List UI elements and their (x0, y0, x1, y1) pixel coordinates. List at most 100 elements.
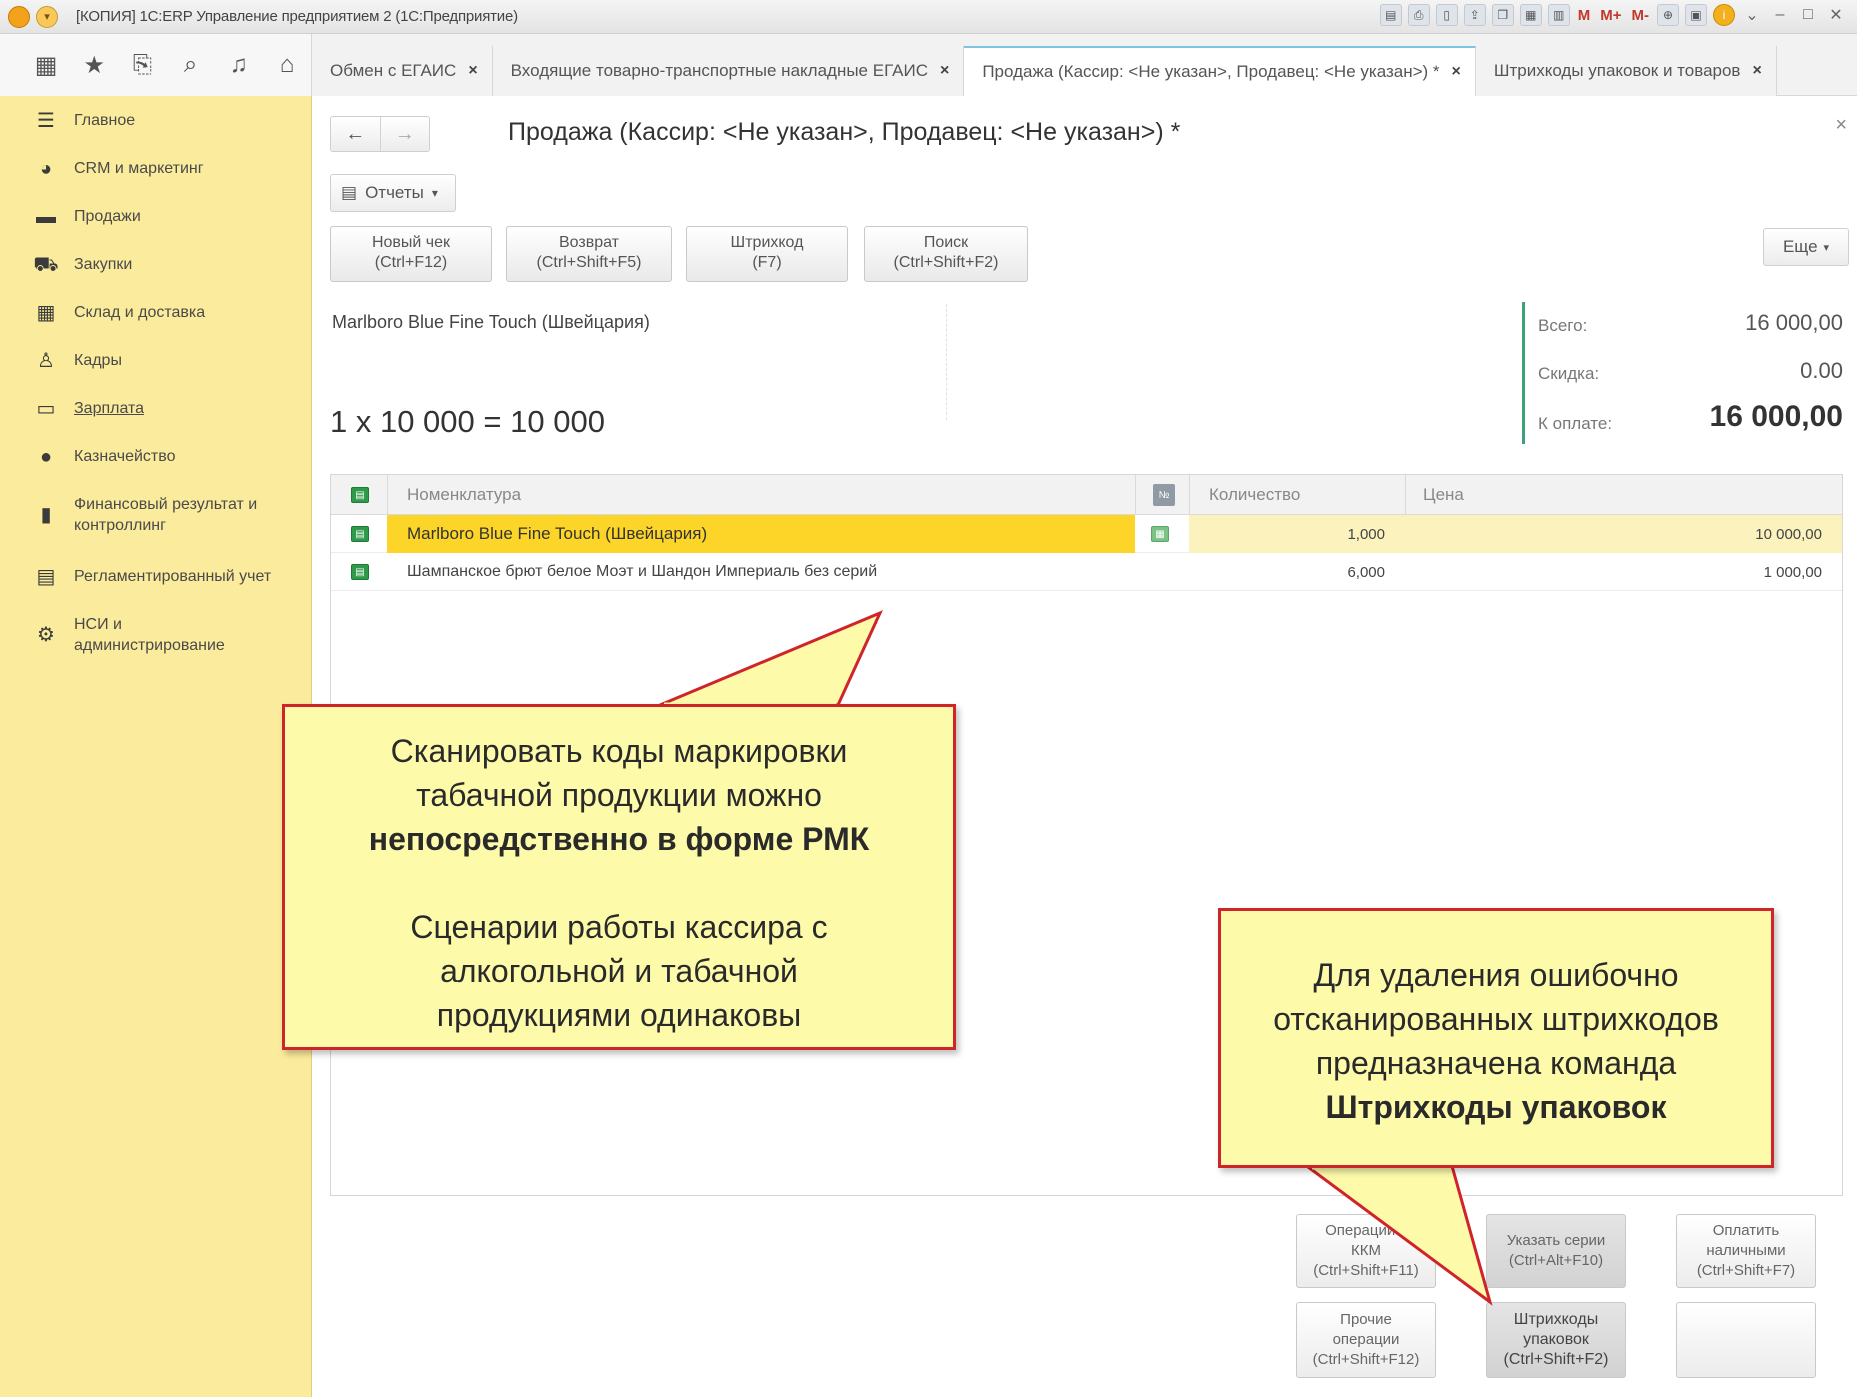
sidebar-item-treasury[interactable]: ● Казначейство (0, 446, 312, 468)
pay-cash-button[interactable]: Оплатить наличными (Ctrl+Shift+F7) (1676, 1214, 1816, 1288)
tab-incoming-ttn[interactable]: Входящие товарно-транспортные накладные … (492, 46, 965, 96)
callout-line: табачной продукции можно (416, 777, 822, 813)
coins-icon: ● (39, 446, 53, 468)
sidebar-item-label: Регламентированный учет (74, 568, 272, 585)
panels-icon[interactable]: ▣ (1685, 4, 1707, 26)
other-operations-button[interactable]: Прочие операции (Ctrl+Shift+F12) (1296, 1302, 1436, 1378)
more-button[interactable]: Еще ▾ (1763, 228, 1849, 266)
gear-icon: ⚙ (37, 624, 55, 646)
sidebar-item-crm[interactable]: ◕ CRM и маркетинг (0, 158, 312, 180)
barcode-button[interactable]: Штрихкод (F7) (686, 226, 848, 282)
callout-right: Для удаления ошибочно отсканированных шт… (1218, 908, 1774, 1168)
header-price[interactable]: Цена (1423, 475, 1464, 515)
callout-line-bold: непосредственно в форме РМК (368, 821, 870, 857)
close-tab-icon[interactable]: × (1752, 62, 1761, 80)
callout-line: алкогольной и табачной (440, 953, 798, 989)
sidebar-item-regulated[interactable]: ▤ Регламентированный учет (0, 566, 312, 588)
memory-plus-button[interactable]: M+ (1598, 4, 1623, 26)
memory-m-button[interactable]: M (1576, 4, 1593, 26)
close-tab-icon[interactable]: × (940, 62, 949, 80)
kkm-operations-button[interactable]: Операции с ККМ (Ctrl+Shift+F11) (1296, 1214, 1436, 1288)
sidebar-item-sales[interactable]: ▬ Продажи (0, 206, 312, 228)
tab-sale[interactable]: Продажа (Кассир: <Не указан>, Продавец: … (964, 46, 1476, 96)
current-product: Marlboro Blue Fine Touch (Швейцария) (332, 312, 650, 332)
tab-label: Обмен с ЕГАИС (330, 61, 457, 80)
search-button[interactable]: Поиск (Ctrl+Shift+F2) (864, 226, 1028, 282)
home-icon[interactable]: ⌂ (263, 51, 311, 79)
upload-icon[interactable]: ⇪ (1463, 4, 1486, 26)
minimize-icon[interactable]: – (1769, 4, 1791, 26)
save-icon[interactable]: ▤ (1379, 4, 1402, 26)
bar-chart-icon: ▮ (40, 504, 52, 526)
new-check-button[interactable]: Новый чек (Ctrl+F12) (330, 226, 492, 282)
button-shortcut: (Ctrl+Shift+F5) (536, 254, 642, 271)
title-bar: ▾ [КОПИЯ] 1C:ERP Управление предприятием… (0, 0, 1857, 34)
sidebar-item-purchases[interactable]: ⛟ Закупки (0, 254, 312, 276)
tab-label: Продажа (Кассир: <Не указан>, Продавец: … (982, 62, 1440, 81)
memory-minus-button[interactable]: M- (1630, 4, 1652, 26)
specify-series-button[interactable]: Указать серии (Ctrl+Alt+F10) (1486, 1214, 1626, 1288)
reports-label: Отчеты (365, 183, 424, 202)
info-icon[interactable]: i (1713, 4, 1735, 26)
column-separator (1135, 475, 1136, 515)
mark-icon: ▦ (1151, 526, 1169, 542)
calculator-icon[interactable]: ▦ (1519, 4, 1542, 26)
bell-icon[interactable]: ♫ (215, 51, 263, 79)
header-num[interactable]: № (1153, 484, 1175, 506)
tab-egais-exchange[interactable]: Обмен с ЕГАИС × (312, 46, 493, 96)
close-icon[interactable]: × (1835, 114, 1847, 137)
header-icon: ▤ (351, 475, 369, 515)
button-label: наличными (1706, 1242, 1786, 1259)
tab-barcodes[interactable]: Штрихкоды упаковок и товаров × (1475, 46, 1777, 96)
callout-line: Для удаления ошибочно (1313, 957, 1679, 993)
button-label: Поиск (923, 234, 969, 251)
empty-button[interactable] (1676, 1302, 1816, 1378)
product-icon: ▤ (351, 526, 369, 542)
copy-icon[interactable]: ❐ (1491, 4, 1514, 26)
maximize-icon[interactable]: □ (1797, 4, 1819, 26)
table-row[interactable]: ▤ Marlboro Blue Fine Touch (Швейцария) ▦… (331, 515, 1842, 553)
close-tab-icon[interactable]: × (1452, 63, 1461, 81)
sidebar-item-salary[interactable]: ▭ Зарплата (0, 398, 312, 420)
header-qty[interactable]: Количество (1209, 475, 1300, 515)
close-tab-icon[interactable]: × (468, 62, 477, 80)
apps-grid-icon[interactable]: ▦ (22, 51, 70, 80)
chevron-down-icon[interactable]: ⌄ (1741, 4, 1763, 26)
sidebar-item-warehouse[interactable]: ▦ Склад и доставка (0, 302, 312, 324)
preview-icon[interactable]: ▯ (1435, 4, 1458, 26)
divider (946, 304, 947, 420)
history-icon[interactable]: ⎘ (118, 51, 166, 79)
button-label: Возврат (559, 234, 619, 251)
print-icon[interactable]: ⎙ (1407, 4, 1430, 26)
button-shortcut: (Ctrl+Shift+F2) (1503, 1351, 1609, 1368)
button-label: упаковок (1523, 1331, 1589, 1348)
header-name[interactable]: Номенклатура (407, 475, 521, 515)
cell-qty: 6,000 (1347, 563, 1385, 581)
back-arrow-icon[interactable]: ← (331, 117, 380, 151)
sidebar-item-main[interactable]: ☰ Главное (0, 110, 312, 132)
package-barcodes-button[interactable]: Штрихкоды упаковок (Ctrl+Shift+F2) (1486, 1302, 1626, 1378)
totals-accent (1522, 302, 1525, 444)
cart-icon: ⛟ (33, 254, 59, 276)
sidebar-item-hr[interactable]: ♙ Кадры (0, 350, 312, 372)
sidebar-item-label: Зарплата (74, 400, 145, 417)
favorites-star-icon[interactable]: ★ (70, 51, 118, 80)
button-label: Новый чек (371, 234, 451, 251)
sidebar-item-admin[interactable]: ⚙ НСИ и администрирование (0, 614, 312, 656)
sidebar-item-financial[interactable]: ▮ Финансовый результат и контроллинг (0, 494, 312, 536)
product-icon: ▤ (351, 564, 369, 580)
total-value: 16 000,00 (1745, 310, 1843, 335)
app-logo-icon[interactable] (8, 5, 30, 28)
forward-arrow-icon[interactable]: → (379, 117, 430, 151)
wallet-icon: ▭ (36, 398, 56, 420)
search-icon[interactable]: ⌕ (167, 51, 215, 79)
zoom-icon[interactable]: ⊕ (1657, 4, 1679, 26)
return-button[interactable]: Возврат (Ctrl+Shift+F5) (506, 226, 672, 282)
table-row[interactable]: ▤ Шампанское брют белое Моэт и Шандон Им… (331, 553, 1842, 591)
close-window-icon[interactable]: ✕ (1825, 4, 1847, 26)
top-bar: ▦ ★ ⎘ ⌕ ♫ ⌂ Обмен с ЕГАИС × Входящие това… (0, 34, 1857, 96)
reports-button[interactable]: ▤ Отчеты ▾ (330, 174, 456, 212)
calendar-icon[interactable]: ▥ (1547, 4, 1570, 26)
main-menu-icon[interactable]: ▾ (36, 5, 58, 28)
row-icon-cell: ▤ (351, 515, 369, 553)
